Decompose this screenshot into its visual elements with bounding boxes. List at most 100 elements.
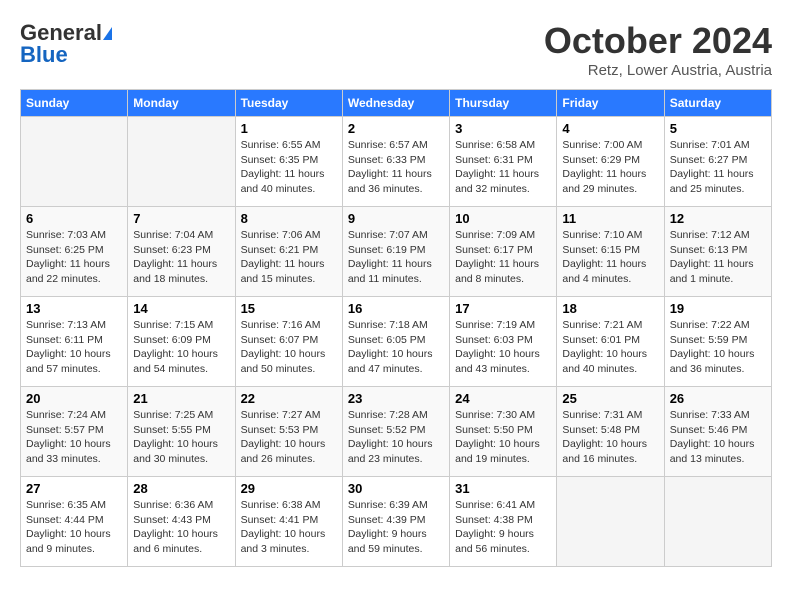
day-number: 29 [241, 481, 337, 496]
day-cell: 10 Sunrise: 7:09 AMSunset: 6:17 PMDayligh… [450, 207, 557, 297]
day-cell: 7 Sunrise: 7:04 AMSunset: 6:23 PMDaylight… [128, 207, 235, 297]
day-number: 24 [455, 391, 551, 406]
logo: General Blue [20, 20, 112, 68]
day-info: Sunrise: 7:33 AMSunset: 5:46 PMDaylight:… [670, 408, 766, 467]
day-cell [21, 117, 128, 207]
day-cell: 1 Sunrise: 6:55 AMSunset: 6:35 PMDaylight… [235, 117, 342, 207]
day-number: 31 [455, 481, 551, 496]
day-number: 10 [455, 211, 551, 226]
day-cell: 28Sunrise: 6:36 AMSunset: 4:43 PMDayligh… [128, 477, 235, 567]
day-number: 23 [348, 391, 444, 406]
day-cell: 5Sunrise: 7:01 AMSunset: 6:27 PMDaylight… [664, 117, 771, 207]
day-number: 7 [133, 211, 229, 226]
day-info: Sunrise: 7:13 AMSunset: 6:11 PMDaylight:… [26, 318, 122, 377]
day-number: 6 [26, 211, 122, 226]
day-info: Sunrise: 6:38 AMSunset: 4:41 PMDaylight:… [241, 498, 337, 557]
day-info: Sunrise: 7:03 AMSunset: 6:25 PMDaylight:… [26, 228, 122, 287]
header: General Blue October 2024 Retz, Lower Au… [20, 20, 772, 79]
day-info: Sunrise: 7:31 AMSunset: 5:48 PMDaylight:… [562, 408, 658, 467]
day-info: Sunrise: 7:09 AMSunset: 6:17 PMDaylight:… [455, 228, 551, 287]
day-cell: 31 Sunrise: 6:41 AMSunset: 4:38 PMDayligh… [450, 477, 557, 567]
calendar-header-row: SundayMondayTuesdayWednesdayThursdayFrid… [21, 90, 772, 117]
day-info: Sunrise: 6:36 AMSunset: 4:43 PMDaylight:… [133, 498, 229, 557]
day-info: Sunrise: 7:10 AMSunset: 6:15 PMDaylight:… [562, 228, 658, 287]
day-number: 25 [562, 391, 658, 406]
day-number: 27 [26, 481, 122, 496]
day-info: Sunrise: 7:18 AMSunset: 6:05 PMDaylight:… [348, 318, 444, 377]
day-number: 1 [241, 121, 337, 136]
day-cell: 2 Sunrise: 6:57 AMSunset: 6:33 PMDaylight… [342, 117, 449, 207]
day-info: Sunrise: 6:41 AMSunset: 4:38 PMDaylight:… [455, 498, 551, 557]
day-info: Sunrise: 6:58 AMSunset: 6:31 PMDaylight:… [455, 138, 551, 197]
day-cell: 8 Sunrise: 7:06 AMSunset: 6:21 PMDaylight… [235, 207, 342, 297]
day-info: Sunrise: 7:19 AMSunset: 6:03 PMDaylight:… [455, 318, 551, 377]
day-cell: 14Sunrise: 7:15 AMSunset: 6:09 PMDayligh… [128, 297, 235, 387]
week-row-3: 13 Sunrise: 7:13 AMSunset: 6:11 PMDayligh… [21, 297, 772, 387]
day-number: 22 [241, 391, 337, 406]
day-number: 20 [26, 391, 122, 406]
week-row-1: 1 Sunrise: 6:55 AMSunset: 6:35 PMDaylight… [21, 117, 772, 207]
week-row-2: 6 Sunrise: 7:03 AMSunset: 6:25 PMDaylight… [21, 207, 772, 297]
day-cell: 20Sunrise: 7:24 AMSunset: 5:57 PMDayligh… [21, 387, 128, 477]
day-info: Sunrise: 6:57 AMSunset: 6:33 PMDaylight:… [348, 138, 444, 197]
logo-icon [103, 27, 112, 40]
column-header-thursday: Thursday [450, 90, 557, 117]
day-info: Sunrise: 7:27 AMSunset: 5:53 PMDaylight:… [241, 408, 337, 467]
day-info: Sunrise: 7:15 AMSunset: 6:09 PMDaylight:… [133, 318, 229, 377]
day-cell: 18Sunrise: 7:21 AMSunset: 6:01 PMDayligh… [557, 297, 664, 387]
title-area: October 2024 Retz, Lower Austria, Austri… [544, 20, 772, 79]
day-number: 15 [241, 301, 337, 316]
day-number: 4 [562, 121, 658, 136]
column-header-friday: Friday [557, 90, 664, 117]
day-cell: 11 Sunrise: 7:10 AMSunset: 6:15 PMDayligh… [557, 207, 664, 297]
day-number: 11 [562, 211, 658, 226]
week-row-5: 27Sunrise: 6:35 AMSunset: 4:44 PMDayligh… [21, 477, 772, 567]
column-header-sunday: Sunday [21, 90, 128, 117]
day-cell: 19 Sunrise: 7:22 AMSunset: 5:59 PMDayligh… [664, 297, 771, 387]
column-header-monday: Monday [128, 90, 235, 117]
day-number: 2 [348, 121, 444, 136]
day-number: 26 [670, 391, 766, 406]
day-info: Sunrise: 7:00 AMSunset: 6:29 PMDaylight:… [562, 138, 658, 197]
column-header-wednesday: Wednesday [342, 90, 449, 117]
month-title: October 2024 [544, 20, 772, 62]
day-cell: 30 Sunrise: 6:39 AMSunset: 4:39 PMDayligh… [342, 477, 449, 567]
day-number: 12 [670, 211, 766, 226]
day-cell: 23Sunrise: 7:28 AMSunset: 5:52 PMDayligh… [342, 387, 449, 477]
day-cell: 16Sunrise: 7:18 AMSunset: 6:05 PMDayligh… [342, 297, 449, 387]
calendar-table: SundayMondayTuesdayWednesdayThursdayFrid… [20, 89, 772, 567]
day-cell: 13 Sunrise: 7:13 AMSunset: 6:11 PMDayligh… [21, 297, 128, 387]
day-number: 21 [133, 391, 229, 406]
day-number: 30 [348, 481, 444, 496]
day-number: 8 [241, 211, 337, 226]
calendar-body: 1 Sunrise: 6:55 AMSunset: 6:35 PMDaylight… [21, 117, 772, 567]
day-info: Sunrise: 7:22 AMSunset: 5:59 PMDaylight:… [670, 318, 766, 377]
day-number: 18 [562, 301, 658, 316]
day-cell [128, 117, 235, 207]
week-row-4: 20Sunrise: 7:24 AMSunset: 5:57 PMDayligh… [21, 387, 772, 477]
day-cell: 12Sunrise: 7:12 AMSunset: 6:13 PMDayligh… [664, 207, 771, 297]
day-cell: 26 Sunrise: 7:33 AMSunset: 5:46 PMDayligh… [664, 387, 771, 477]
day-info: Sunrise: 7:30 AMSunset: 5:50 PMDaylight:… [455, 408, 551, 467]
day-info: Sunrise: 7:16 AMSunset: 6:07 PMDaylight:… [241, 318, 337, 377]
day-cell: 27Sunrise: 6:35 AMSunset: 4:44 PMDayligh… [21, 477, 128, 567]
day-number: 9 [348, 211, 444, 226]
day-info: Sunrise: 7:07 AMSunset: 6:19 PMDaylight:… [348, 228, 444, 287]
location: Retz, Lower Austria, Austria [544, 62, 772, 79]
day-info: Sunrise: 6:39 AMSunset: 4:39 PMDaylight:… [348, 498, 444, 557]
day-number: 19 [670, 301, 766, 316]
day-info: Sunrise: 6:55 AMSunset: 6:35 PMDaylight:… [241, 138, 337, 197]
day-info: Sunrise: 7:06 AMSunset: 6:21 PMDaylight:… [241, 228, 337, 287]
column-header-tuesday: Tuesday [235, 90, 342, 117]
day-cell: 15 Sunrise: 7:16 AMSunset: 6:07 PMDayligh… [235, 297, 342, 387]
day-cell: 24 Sunrise: 7:30 AMSunset: 5:50 PMDayligh… [450, 387, 557, 477]
day-cell: 25 Sunrise: 7:31 AMSunset: 5:48 PMDayligh… [557, 387, 664, 477]
logo-blue: Blue [20, 42, 68, 68]
day-cell: 6 Sunrise: 7:03 AMSunset: 6:25 PMDaylight… [21, 207, 128, 297]
day-info: Sunrise: 7:04 AMSunset: 6:23 PMDaylight:… [133, 228, 229, 287]
day-number: 3 [455, 121, 551, 136]
day-number: 5 [670, 121, 766, 136]
column-header-saturday: Saturday [664, 90, 771, 117]
day-cell: 4 Sunrise: 7:00 AMSunset: 6:29 PMDaylight… [557, 117, 664, 207]
day-number: 13 [26, 301, 122, 316]
